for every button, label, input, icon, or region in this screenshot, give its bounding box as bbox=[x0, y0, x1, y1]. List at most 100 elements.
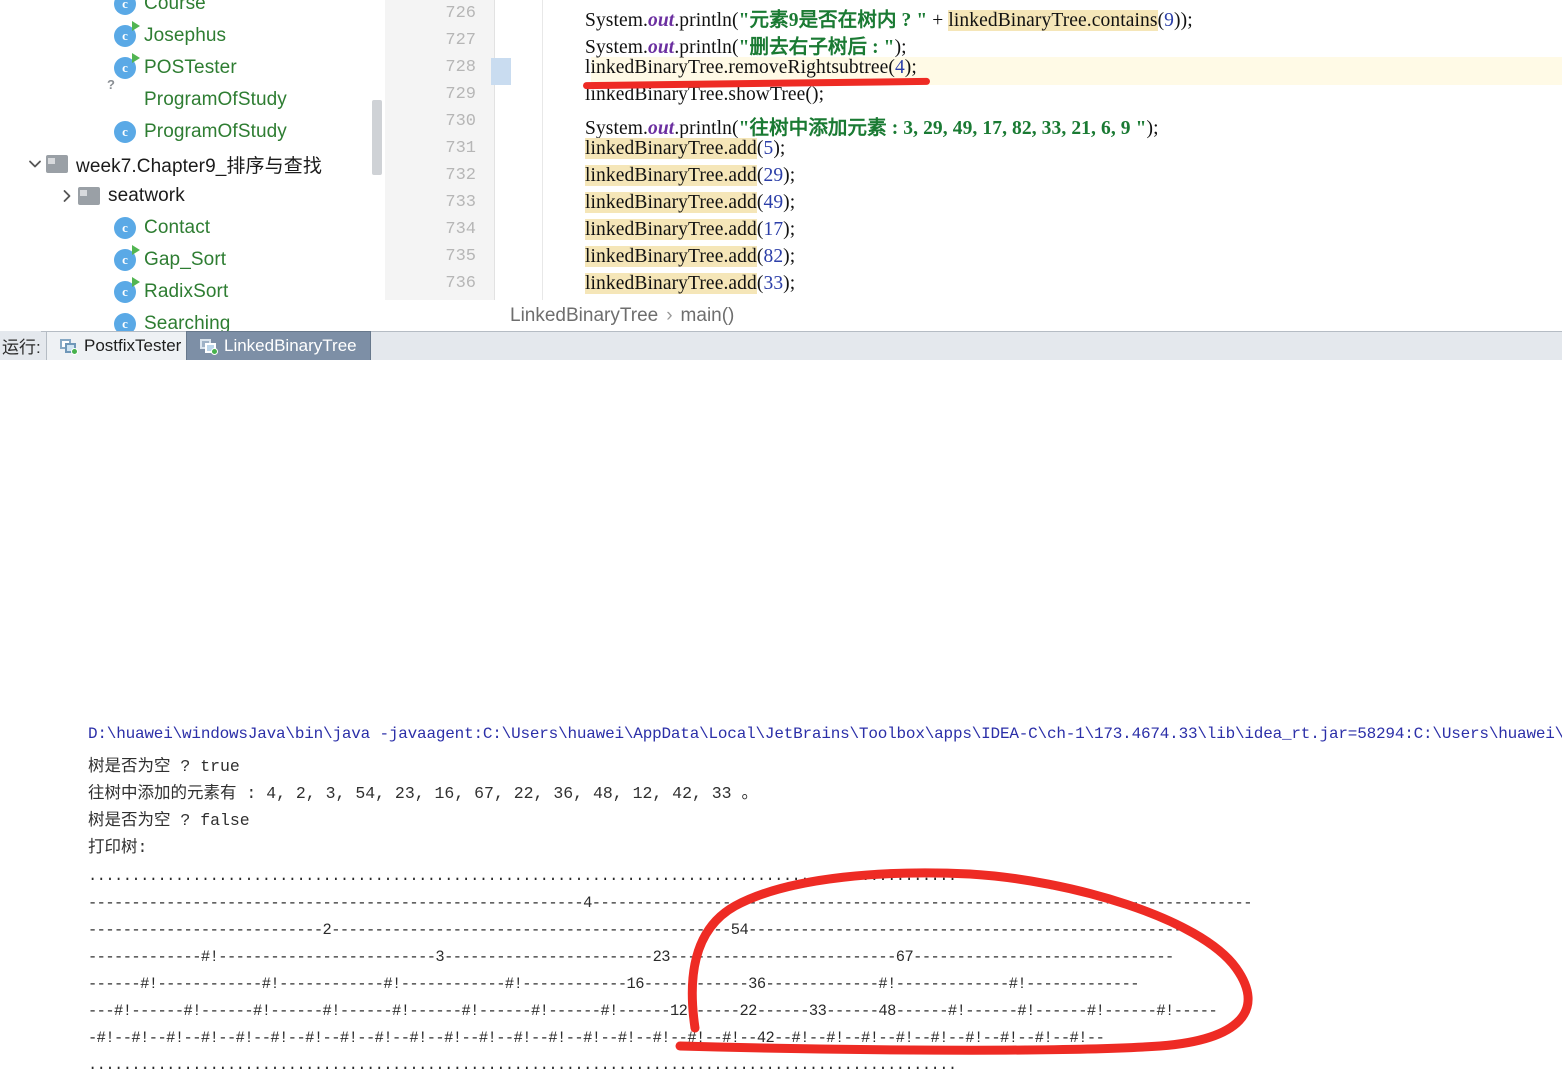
line-number: 726 bbox=[445, 4, 476, 23]
code-token: out bbox=[648, 118, 675, 139]
console-line: ---------------------------2------------… bbox=[88, 921, 1183, 939]
line-number: 735 bbox=[445, 247, 476, 266]
project-tree-item-label: Gap_Sort bbox=[144, 249, 227, 270]
top-area: c Course c Josephus c POSTester ProgramOfStudy… bbox=[0, 0, 1562, 331]
code-token: out bbox=[648, 37, 675, 58]
class-runnable-icon: c bbox=[114, 21, 140, 48]
class-runnable-icon: c bbox=[114, 53, 140, 80]
project-tree-scrollbar[interactable] bbox=[372, 100, 382, 175]
project-tree-item[interactable]: c ProgramOfStudy bbox=[0, 116, 287, 148]
code-token: ); bbox=[894, 37, 907, 58]
code-line[interactable]: linkedBinaryTree.removeRightsubtree(4); bbox=[585, 57, 917, 79]
class-glyph: c bbox=[114, 217, 136, 239]
project-tree-item-label: ProgramOfStudy bbox=[144, 89, 287, 110]
code-token: ); bbox=[783, 246, 796, 267]
code-token: ); bbox=[1146, 118, 1159, 139]
project-tree-item[interactable]: c POSTester bbox=[0, 52, 237, 84]
code-token: .println( bbox=[674, 118, 739, 139]
console-line: ------#!------------#!------------#!----… bbox=[88, 975, 1140, 993]
line-number: 736 bbox=[445, 274, 476, 293]
breadcrumb-method[interactable]: main() bbox=[681, 305, 735, 327]
code-token: linkedBinaryTree.contains bbox=[948, 10, 1158, 31]
ide-screenshot: c Course c Josephus c POSTester ProgramOfStudy… bbox=[0, 0, 1562, 1081]
folder-glyph bbox=[78, 187, 100, 205]
code-token: 17 bbox=[763, 219, 784, 240]
project-tree-item-label: Searching bbox=[144, 313, 231, 331]
code-token: .println( bbox=[674, 37, 739, 58]
project-tree-item-label: Josephus bbox=[144, 25, 227, 46]
code-token: linkedBinaryTree.add bbox=[585, 192, 757, 213]
code-token: 5 bbox=[763, 138, 774, 159]
chevron-down-icon[interactable] bbox=[24, 153, 46, 175]
project-tree-item[interactable]: ProgramOfStudy bbox=[0, 84, 287, 116]
class-glyph: c bbox=[114, 121, 136, 143]
code-token: ( bbox=[888, 57, 895, 78]
console-line: 往树中添加的元素有 : 4, 2, 3, 54, 23, 16, 67, 22,… bbox=[88, 784, 758, 803]
code-token: linkedBinaryTree.add bbox=[585, 246, 757, 267]
code-token: System. bbox=[585, 10, 648, 31]
project-tree-item[interactable]: c Gap_Sort bbox=[0, 244, 226, 276]
code-line[interactable]: linkedBinaryTree.add(82); bbox=[585, 246, 795, 268]
project-tree-item[interactable]: seatwork bbox=[0, 180, 185, 212]
project-tree-item-label: Course bbox=[144, 0, 206, 14]
breadcrumb-class[interactable]: LinkedBinaryTree bbox=[510, 305, 658, 327]
project-tree-panel[interactable]: c Course c Josephus c POSTester ProgramOfStudy… bbox=[0, 0, 372, 331]
code-token: .println( bbox=[674, 10, 739, 31]
run-config-icon bbox=[60, 338, 78, 355]
class-runnable-icon: c bbox=[114, 277, 140, 304]
code-line[interactable]: linkedBinaryTree.add(5); bbox=[585, 138, 785, 160]
code-line[interactable]: linkedBinaryTree.add(17); bbox=[585, 219, 795, 241]
project-tree-item[interactable]: c Course bbox=[0, 0, 206, 20]
console-line: ---#!------#!------#!------#!------#!---… bbox=[88, 1002, 1218, 1020]
run-marker-icon bbox=[132, 21, 140, 31]
chevron-right-icon[interactable] bbox=[56, 185, 78, 207]
code-token: ); bbox=[783, 219, 796, 240]
code-line[interactable]: System.out.println("元素9是否在树内 ? " + linke… bbox=[585, 3, 1193, 32]
code-line[interactable]: linkedBinaryTree.add(49); bbox=[585, 192, 795, 214]
code-token: 9 bbox=[1164, 10, 1175, 31]
project-tree-item[interactable]: c Contact bbox=[0, 212, 210, 244]
run-tab-label: LinkedBinaryTree bbox=[224, 336, 357, 355]
line-number: 730 bbox=[445, 112, 476, 131]
project-tree-item[interactable]: c Searching bbox=[0, 308, 230, 331]
breadcrumb[interactable]: LinkedBinaryTree › main() bbox=[385, 300, 1562, 331]
line-number: 731 bbox=[445, 139, 476, 158]
project-tree-item[interactable]: c RadixSort bbox=[0, 276, 228, 308]
project-tree-item[interactable]: week7.Chapter9_排序与查找 bbox=[0, 148, 322, 180]
fold-column[interactable] bbox=[543, 0, 591, 300]
console-line: 树是否为空 ? false bbox=[88, 811, 250, 830]
run-tab[interactable]: LinkedBinaryTree bbox=[186, 331, 371, 360]
editor-gutter[interactable]: 726 727 728 729 730 731 732 733 734 735 736 bbox=[385, 0, 495, 300]
class-icon: c bbox=[114, 216, 138, 240]
run-marker-icon bbox=[132, 277, 140, 287]
folder-icon bbox=[78, 184, 102, 208]
code-line[interactable]: System.out.println("往树中添加元素 : 3, 29, 49,… bbox=[585, 111, 1159, 140]
code-token: System. bbox=[585, 37, 648, 58]
run-marker-icon bbox=[132, 245, 140, 255]
console-line: 打印树: bbox=[88, 838, 148, 857]
code-token: ); bbox=[783, 165, 796, 186]
code-token: 33 bbox=[763, 273, 784, 294]
console-line: -------------#!-------------------------… bbox=[88, 948, 1174, 966]
project-tree-item[interactable]: c Josephus bbox=[0, 20, 226, 52]
code-token: linkedBinaryTree.add bbox=[585, 219, 757, 240]
console-output[interactable]: D:\huawei\windowsJava\bin\java -javaagen… bbox=[73, 720, 1562, 1081]
folder-icon bbox=[46, 152, 70, 176]
class-icon: c bbox=[114, 312, 138, 331]
code-line[interactable]: linkedBinaryTree.add(29); bbox=[585, 165, 795, 187]
code-token: 4 bbox=[894, 57, 905, 78]
code-token: "往树中添加元素 : 3, 29, 49, 17, 82, 33, 21, 6,… bbox=[738, 118, 1147, 139]
class-glyph: c bbox=[114, 0, 136, 15]
code-editor[interactable]: 726 727 728 729 730 731 732 733 734 735 736 System… bbox=[385, 0, 1562, 300]
run-tab-label: PostfixTester bbox=[84, 336, 182, 355]
console-line: -#!--#!--#!--#!--#!--#!--#!--#!--#!--#!-… bbox=[88, 1029, 1105, 1047]
code-line[interactable]: System.out.println("删去右子树后 : "); bbox=[585, 30, 907, 59]
console-wrap: D:\huawei\windowsJava\bin\java -javaagen… bbox=[0, 360, 1562, 1081]
code-line[interactable]: linkedBinaryTree.add(33); bbox=[585, 273, 795, 295]
code-token: out bbox=[648, 10, 675, 31]
run-tab[interactable]: PostfixTester bbox=[46, 331, 196, 360]
